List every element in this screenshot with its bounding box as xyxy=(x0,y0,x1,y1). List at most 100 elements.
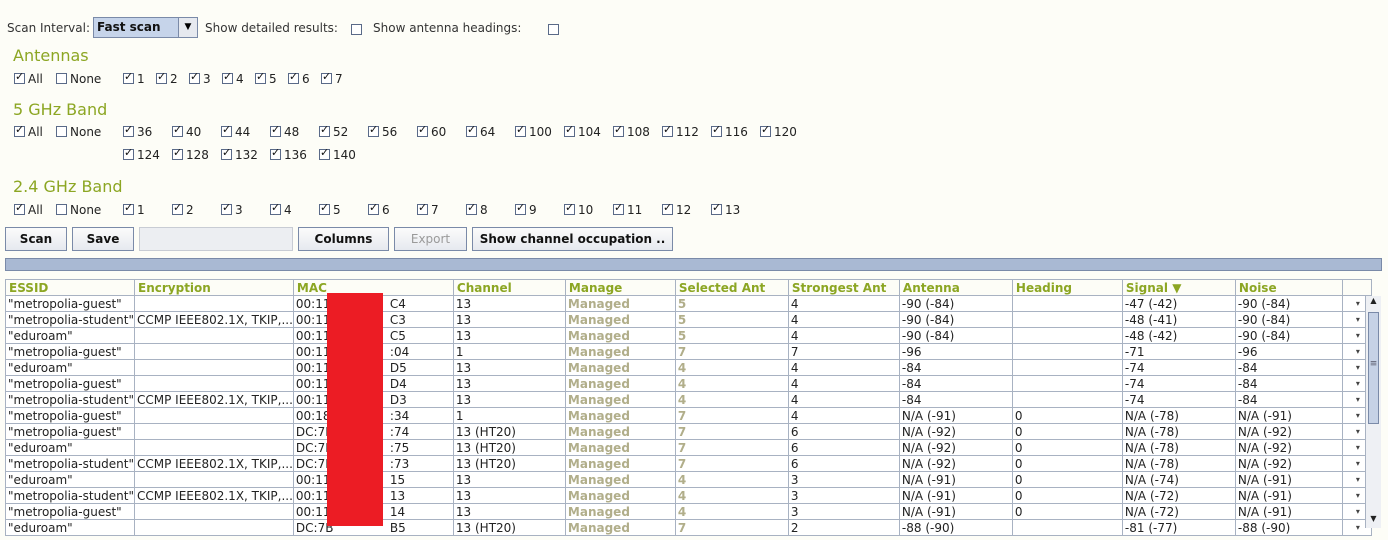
column-header-essid[interactable]: ESSID xyxy=(4,279,136,296)
table-row[interactable]: "eduroam" 00:11: 15 13 Managed 4 3 N/A (-91) 0 N/… xyxy=(4,471,1372,488)
channel24-2[interactable]: 2 xyxy=(172,201,194,217)
band24-all[interactable]: All xyxy=(14,201,43,217)
channel24-10[interactable]: 10 xyxy=(564,201,593,217)
channel-56[interactable]: 56 xyxy=(368,123,397,139)
column-header-manage[interactable]: Manage xyxy=(564,279,676,296)
channel24-13-checkbox[interactable] xyxy=(711,201,722,215)
antenna-headings-checkbox[interactable] xyxy=(547,24,559,35)
column-header-strongest-ant[interactable]: Strongest Ant xyxy=(787,279,900,296)
band5-all[interactable]: All xyxy=(14,123,43,139)
channel-112-checkbox[interactable] xyxy=(662,123,673,137)
channel24-12-checkbox[interactable] xyxy=(662,201,673,215)
channel-56-checkbox[interactable] xyxy=(368,123,379,137)
channel24-13[interactable]: 13 xyxy=(711,201,740,217)
channel24-5[interactable]: 5 xyxy=(319,201,341,217)
column-header-antenna[interactable]: Antenna xyxy=(898,279,1013,296)
antenna-3[interactable]: 3 xyxy=(189,70,211,86)
antenna-7[interactable]: 7 xyxy=(321,70,343,86)
channel-108-checkbox[interactable] xyxy=(613,123,624,137)
chevron-down-icon[interactable]: ▼ xyxy=(178,18,197,37)
antenna-2[interactable]: 2 xyxy=(156,70,178,86)
channel-48[interactable]: 48 xyxy=(270,123,299,139)
save-button[interactable]: Save xyxy=(72,227,134,251)
channel-64[interactable]: 64 xyxy=(466,123,495,139)
filter-input[interactable] xyxy=(139,227,293,251)
channel-40[interactable]: 40 xyxy=(172,123,201,139)
channel24-7[interactable]: 7 xyxy=(417,201,439,217)
antenna-7-checkbox[interactable] xyxy=(321,70,332,84)
antenna-4-checkbox[interactable] xyxy=(222,70,233,84)
scan-interval-select[interactable]: Fast scan ▼ xyxy=(93,17,198,38)
column-header-heading[interactable]: Heading xyxy=(1011,279,1123,296)
channel-132-checkbox[interactable] xyxy=(221,146,232,160)
channel-128[interactable]: 128 xyxy=(172,146,209,162)
channel24-1[interactable]: 1 xyxy=(123,201,145,217)
channel-64-checkbox[interactable] xyxy=(466,123,477,137)
channel-112[interactable]: 112 xyxy=(662,123,699,139)
band5-all-checkbox[interactable] xyxy=(14,123,25,137)
channel-100[interactable]: 100 xyxy=(515,123,552,139)
antenna-1-checkbox[interactable] xyxy=(123,70,134,84)
antenna-5-checkbox[interactable] xyxy=(255,70,266,84)
channel24-6-checkbox[interactable] xyxy=(368,201,379,215)
channel24-10-checkbox[interactable] xyxy=(564,201,575,215)
channel-60[interactable]: 60 xyxy=(417,123,446,139)
channel-136[interactable]: 136 xyxy=(270,146,307,162)
table-row[interactable]: "eduroam" 00:11: D5 13 Managed 4 4 -84 -74 -84 ▾ xyxy=(4,359,1372,376)
antenna-1[interactable]: 1 xyxy=(123,70,145,86)
table-row[interactable]: "metropolia-guest" 00:11: 14 13 Managed 4 3 N/A… xyxy=(4,503,1372,520)
channel-48-checkbox[interactable] xyxy=(270,123,281,137)
channel24-9-checkbox[interactable] xyxy=(515,201,526,215)
band24-all-checkbox[interactable] xyxy=(14,201,25,215)
channel24-9[interactable]: 9 xyxy=(515,201,537,217)
channel24-6[interactable]: 6 xyxy=(368,201,390,217)
band5-none[interactable]: None xyxy=(56,125,101,139)
table-row[interactable]: "metropolia-guest" DC:7B:74 13 (HT20) Manag… xyxy=(4,423,1372,440)
channel24-3[interactable]: 3 xyxy=(221,201,243,217)
channel-116[interactable]: 116 xyxy=(711,123,748,139)
antennas-all-checkbox[interactable] xyxy=(14,70,25,84)
channel-140-checkbox[interactable] xyxy=(319,146,330,160)
antenna-6[interactable]: 6 xyxy=(288,70,310,86)
channel-124[interactable]: 124 xyxy=(123,146,160,162)
band24-none[interactable]: None xyxy=(56,203,101,217)
antennas-none-checkbox[interactable] xyxy=(56,73,67,84)
table-row[interactable]: "eduroam" 00:11: C5 13 Managed 5 4 -90 (-84) -48… xyxy=(4,327,1372,344)
channel-36[interactable]: 36 xyxy=(123,123,152,139)
channel-44[interactable]: 44 xyxy=(221,123,250,139)
channel24-1-checkbox[interactable] xyxy=(123,201,134,215)
channel24-12[interactable]: 12 xyxy=(662,201,691,217)
antenna-2-checkbox[interactable] xyxy=(156,70,167,84)
table-row[interactable]: "metropolia-guest" 00:11: D4 13 Managed 4 4 -84… xyxy=(4,375,1372,392)
channel-128-checkbox[interactable] xyxy=(172,146,183,160)
table-row[interactable]: "metropolia-student" CCMP IEEE802.1X, TKI… xyxy=(4,311,1372,328)
channel24-2-checkbox[interactable] xyxy=(172,201,183,215)
channel-44-checkbox[interactable] xyxy=(221,123,232,137)
channel24-7-checkbox[interactable] xyxy=(417,201,428,215)
channel-36-checkbox[interactable] xyxy=(123,123,134,137)
column-header-signal[interactable]: Signal ▼ xyxy=(1121,279,1236,296)
scrollbar-thumb[interactable]: ≡ xyxy=(1368,312,1379,424)
scroll-up-icon[interactable]: ▲ xyxy=(1366,296,1381,310)
channel-100-checkbox[interactable] xyxy=(515,123,526,137)
channel-140[interactable]: 140 xyxy=(319,146,356,162)
band24-none-checkbox[interactable] xyxy=(56,204,67,215)
channel-124-checkbox[interactable] xyxy=(123,146,134,160)
channel24-4[interactable]: 4 xyxy=(270,201,292,217)
table-row[interactable]: "metropolia-student" CCMP IEEE802.1X, TKI… xyxy=(4,455,1372,472)
column-header-selected-ant[interactable]: Selected Ant xyxy=(674,279,789,296)
channel-120[interactable]: 120 xyxy=(760,123,797,139)
antennas-none[interactable]: None xyxy=(56,72,101,86)
column-header-encryption[interactable]: Encryption xyxy=(134,279,294,296)
channel24-8-checkbox[interactable] xyxy=(466,201,477,215)
table-row[interactable]: "metropolia-student" CCMP IEEE802.1X, TKI… xyxy=(4,391,1372,408)
channel24-8[interactable]: 8 xyxy=(466,201,488,217)
channel-40-checkbox[interactable] xyxy=(172,123,183,137)
detailed-results-checkbox[interactable] xyxy=(351,24,362,35)
channel-116-checkbox[interactable] xyxy=(711,123,722,137)
channel-132[interactable]: 132 xyxy=(221,146,258,162)
export-button[interactable]: Export xyxy=(394,227,467,251)
table-row[interactable]: "metropolia-guest" 00:18::34 1 Managed 7 4 N/A… xyxy=(4,407,1372,424)
channel-108[interactable]: 108 xyxy=(613,123,650,139)
table-row[interactable]: "eduroam" DC:7B:75 13 (HT20) Managed 7 6 N/A (… xyxy=(4,439,1372,456)
